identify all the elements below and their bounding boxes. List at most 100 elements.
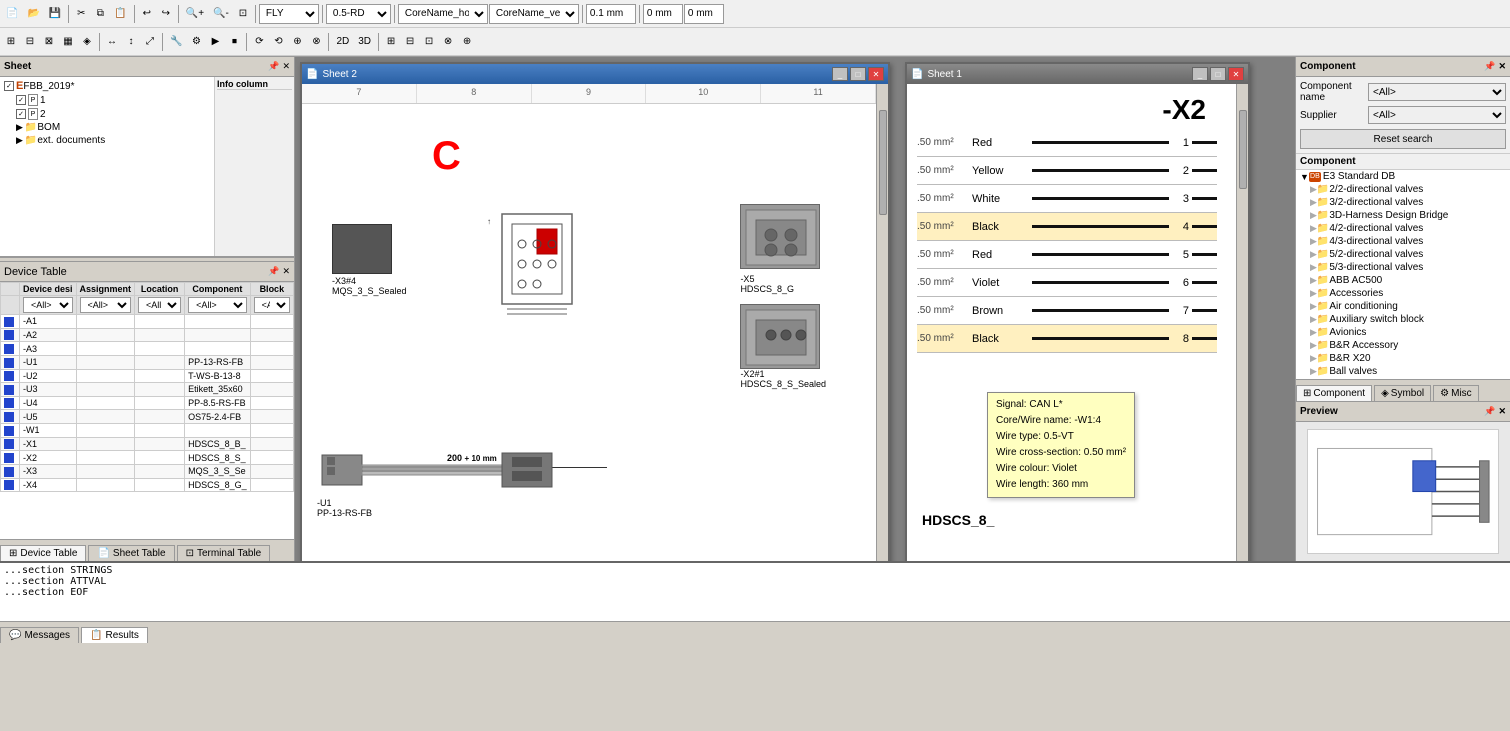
comp-tree-item[interactable]: ▶📁B&R Accessory — [1296, 339, 1510, 352]
table-row[interactable]: -X2 HDSCS_8_S_ — [1, 451, 294, 465]
toolbar-btn-r14[interactable]: ⟲ — [269, 31, 287, 53]
tree-check[interactable]: ✓ — [16, 109, 26, 119]
core-name-hori-dropdown[interactable]: CoreName_hori — [398, 4, 488, 24]
toolbar-btn-redo[interactable]: ↪ — [157, 3, 175, 25]
sheet1-close[interactable]: ✕ — [1228, 67, 1244, 81]
toolbar-btn-r12[interactable]: ⏹ — [225, 31, 243, 53]
sheet2-vscroll-thumb[interactable] — [879, 110, 887, 215]
list-item[interactable]: .50 mm² Red 5 — [917, 241, 1217, 269]
preview-pin[interactable]: 📌 — [1484, 406, 1495, 417]
table-row[interactable]: -U1 PP-13-RS-FB — [1, 355, 294, 369]
toolbar-btn-3d[interactable]: 3D — [354, 31, 375, 53]
comp-tree-item[interactable]: ▶📁B&R X20 — [1296, 352, 1510, 365]
tab-messages[interactable]: 💬 Messages — [0, 627, 79, 643]
comp-tree-item[interactable]: ▶📁Accessories — [1296, 287, 1510, 300]
sheet2-drawing[interactable]: C -X3#4 MQS_3_S_Sealed — [302, 104, 876, 561]
tab-terminal-table[interactable]: ⊡ Terminal Table — [177, 545, 271, 561]
toolbar-btn-paste[interactable]: 📋 — [110, 3, 130, 25]
toolbar-btn-save[interactable]: 💾 — [45, 3, 65, 25]
table-row[interactable]: -U3 Etikett_35x60 — [1, 383, 294, 397]
list-item[interactable]: .50 mm² Violet 6 — [917, 269, 1217, 297]
tab-sheet-table[interactable]: 📄 Sheet Table — [88, 545, 174, 561]
toolbar-btn-r18[interactable]: ⊟ — [401, 31, 419, 53]
list-item[interactable]: .50 mm² Red 1 — [917, 129, 1217, 157]
tab-misc[interactable]: ⚙ Misc — [1433, 385, 1479, 401]
offset-y-input[interactable] — [684, 4, 724, 24]
comp-tree-item[interactable]: ▶📁Air conditioning — [1296, 300, 1510, 313]
tab-symbol[interactable]: ◈ Symbol — [1374, 385, 1431, 401]
toolbar-btn-undo[interactable]: ↩ — [138, 3, 156, 25]
component-panel-pin[interactable]: 📌 — [1484, 61, 1495, 72]
comp-tree-item[interactable]: ▶📁3D-Harness Design Bridge — [1296, 209, 1510, 222]
table-row[interactable]: -X4 HDSCS_8_G_ — [1, 478, 294, 492]
toolbar-btn-r6[interactable]: ↔ — [103, 31, 121, 53]
sheet-tree-item[interactable]: ✓P2 — [2, 107, 212, 121]
sheet1-drawing[interactable]: -X2 .50 mm² Red 1 .50 mm² Yellow 2 .50 m… — [907, 84, 1236, 561]
sheet1-vscroll-thumb[interactable] — [1239, 110, 1247, 189]
toolbar-btn-r10[interactable]: ⚙ — [187, 31, 205, 53]
tree-check[interactable]: ✓ — [16, 95, 26, 105]
sheet-tree-item[interactable]: ✓EFBB_2019* — [2, 79, 212, 93]
comp-tree-item[interactable]: ▶📁4/2-directional valves — [1296, 222, 1510, 235]
sheet-panel-pin[interactable]: 📌 — [268, 61, 279, 72]
sheet-tree-item[interactable]: ▶📁ext. documents — [2, 134, 212, 147]
comp-tree-item[interactable]: ▶📁5/3-directional valves — [1296, 261, 1510, 274]
toolbar-btn-r3[interactable]: ⊠ — [40, 31, 58, 53]
sheet1-vscroll[interactable] — [1236, 84, 1248, 561]
table-row[interactable]: -W1 — [1, 424, 294, 438]
list-item[interactable]: .50 mm² Brown 7 — [917, 297, 1217, 325]
table-row[interactable]: -X3 MQS_3_S_Se — [1, 464, 294, 478]
toolbar-btn-copy[interactable]: ⧉ — [91, 3, 109, 25]
sheet2-maximize[interactable]: □ — [850, 67, 866, 81]
table-row[interactable]: -A2 — [1, 328, 294, 342]
list-item[interactable]: .50 mm² Yellow 2 — [917, 157, 1217, 185]
toolbar-btn-zoom-out[interactable]: 🔍- — [209, 3, 233, 25]
toolbar-btn-2d[interactable]: 2D — [332, 31, 353, 53]
comp-tree-item[interactable]: ▶📁Avionics — [1296, 326, 1510, 339]
core-name-vert-dropdown[interactable]: CoreName_vert — [489, 4, 579, 24]
toolbar-btn-r2[interactable]: ⊟ — [21, 31, 39, 53]
toolbar-btn-r8[interactable]: ⤢ — [141, 31, 159, 53]
line-width-dropdown[interactable]: 0.5-RD — [326, 4, 391, 24]
toolbar-btn-r20[interactable]: ⊗ — [439, 31, 457, 53]
toolbar-btn-r16[interactable]: ⊗ — [307, 31, 325, 53]
sheet1-titlebar[interactable]: 📄 Sheet 1 _ □ ✕ — [907, 64, 1248, 84]
device-table-pin[interactable]: 📌 — [268, 266, 279, 277]
tree-check[interactable]: ✓ — [4, 81, 14, 91]
toolbar-btn-cut[interactable]: ✂ — [72, 3, 90, 25]
tab-device-table[interactable]: ⊞ Device Table — [0, 545, 86, 561]
toolbar-btn-zoom-in[interactable]: 🔍+ — [182, 3, 208, 25]
comp-supplier-select[interactable]: <All> — [1368, 106, 1506, 124]
toolbar-btn-r1[interactable]: ⊞ — [2, 31, 20, 53]
comp-tree-item[interactable]: ▶📁5/2-directional valves — [1296, 248, 1510, 261]
sheet2-close[interactable]: ✕ — [868, 67, 884, 81]
comp-tree-item[interactable]: ▶📁4/3-directional valves — [1296, 235, 1510, 248]
table-row[interactable]: -X1 HDSCS_8_B_ — [1, 437, 294, 451]
comp-name-select[interactable]: <All> — [1368, 83, 1506, 101]
sheet-panel-close[interactable]: ✕ — [282, 61, 290, 72]
sheet-tree-item[interactable]: ▶📁BOM — [2, 121, 212, 134]
offset-x-input[interactable] — [643, 4, 683, 24]
toolbar-btn-r15[interactable]: ⊕ — [288, 31, 306, 53]
table-row[interactable]: -U2 T-WS-B-13-8 — [1, 369, 294, 383]
sheet2-minimize[interactable]: _ — [832, 67, 848, 81]
sheet2-titlebar[interactable]: 📄 Sheet 2 _ □ ✕ — [302, 64, 888, 84]
fly-dropdown[interactable]: FLY — [259, 4, 319, 24]
tree-expand[interactable]: ▶ — [16, 135, 23, 146]
toolbar-btn-r7[interactable]: ↕ — [122, 31, 140, 53]
tab-results[interactable]: 📋 Results — [81, 627, 148, 643]
toolbar-btn-r17[interactable]: ⊞ — [382, 31, 400, 53]
tree-expand[interactable]: ▶ — [16, 122, 23, 133]
toolbar-btn-r5[interactable]: ◈ — [78, 31, 96, 53]
toolbar-btn-r11[interactable]: ▶ — [206, 31, 224, 53]
preview-close[interactable]: ✕ — [1498, 406, 1506, 417]
table-row[interactable]: -U4 PP-8.5-RS-FB — [1, 396, 294, 410]
table-row[interactable]: -A3 — [1, 342, 294, 356]
reset-search-button[interactable]: Reset search — [1300, 129, 1506, 149]
comp-tree-item[interactable]: ▶📁Auxiliary switch block — [1296, 313, 1510, 326]
tab-component[interactable]: ⊞ Component — [1296, 385, 1372, 401]
toolbar-btn-open[interactable]: 📂 — [23, 3, 43, 25]
toolbar-btn-r4[interactable]: ▦ — [59, 31, 77, 53]
toolbar-btn-r9[interactable]: 🔧 — [166, 31, 186, 53]
comp-tree-item[interactable]: ▶📁3/2-directional valves — [1296, 196, 1510, 209]
